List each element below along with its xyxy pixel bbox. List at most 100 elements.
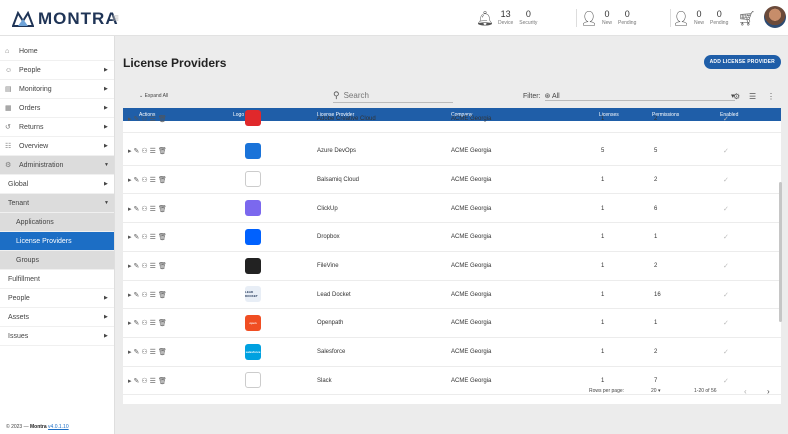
edit-icon[interactable]: ✎	[134, 291, 142, 299]
delete-icon[interactable]: 🗑︎	[158, 233, 169, 241]
assign-user-icon[interactable]: ⚇	[141, 348, 149, 356]
rows-per-page-value: 20	[651, 388, 657, 394]
delete-icon[interactable]: 🗑︎	[158, 348, 169, 356]
table-row[interactable]: ▸ ✎ ⚇ ☰ 🗑︎ ClickUp ACME Georgia 1 6 ✓	[123, 194, 781, 224]
table-row[interactable]: ▸ ✎ ⚇ ☰ 🗑︎ salesforce Salesforce ACME Ge…	[123, 338, 781, 367]
list-icon[interactable]: ☰	[150, 348, 158, 356]
device-count: 13	[500, 9, 511, 19]
assign-user-icon[interactable]: ⚇	[141, 176, 149, 184]
expand-all-button[interactable]: ⌄ Expand All	[139, 93, 168, 99]
pending-stat: 0 Pending	[618, 10, 636, 26]
people-requests-group[interactable]: 👤︎ 0 New 0 Pending	[580, 5, 636, 31]
edit-icon[interactable]: ✎	[134, 319, 142, 327]
licenses-count: 1	[601, 320, 605, 327]
table-row[interactable]: ▸ ✎ ⚇ ☰ 🗑︎ Dropbox ACME Georgia 1 1 ✓	[123, 223, 781, 252]
search-input[interactable]	[343, 91, 444, 100]
company-name: ACME Georgia	[451, 234, 492, 241]
scrollbar[interactable]	[779, 182, 782, 322]
device-security-group[interactable]: 🔔︎ 13 Device 0 Security	[476, 5, 537, 31]
assign-user-icon[interactable]: ⚇	[141, 115, 149, 123]
permissions-count: 2	[654, 115, 658, 122]
sidebar-item-assets[interactable]: Assets ▶	[0, 308, 114, 327]
assign-user-icon[interactable]: ⚇	[141, 233, 149, 241]
sidebar-item-global[interactable]: Global ▶	[0, 175, 114, 194]
columns-icon[interactable]: ☰	[749, 92, 756, 101]
more-options-icon[interactable]: ⋮	[767, 92, 775, 101]
licenses-count: 1	[601, 291, 605, 298]
delete-icon[interactable]: 🗑︎	[158, 291, 169, 299]
sidebar-item-people-admin[interactable]: People ▶	[0, 289, 114, 308]
divider	[670, 9, 671, 27]
list-icon[interactable]: ☰	[150, 115, 158, 123]
sidebar-item-home[interactable]: ⌂ Home	[0, 42, 114, 61]
assign-user-icon[interactable]: ⚇	[141, 291, 149, 299]
list-icon[interactable]: ☰	[150, 205, 158, 213]
edit-icon[interactable]: ✎	[134, 348, 142, 356]
list-icon[interactable]: ☰	[150, 319, 158, 327]
filter-value: ⊛ All	[545, 92, 560, 100]
edit-icon[interactable]: ✎	[134, 147, 142, 155]
delete-icon[interactable]: 🗑︎	[158, 262, 169, 270]
new-count: 0	[604, 9, 610, 19]
list-icon[interactable]: ☰	[150, 291, 158, 299]
provider-name: Dropbox	[317, 234, 340, 241]
table-row[interactable]: ▸ ✎ ⚇ ☰ 🗑︎ FileVine ACME Georgia 1 2 ✓	[123, 252, 781, 281]
table-row[interactable]: ▸ ✎ ⚇ ☰ 🗑︎ Adobe Creative Cloud ACME Geo…	[123, 108, 781, 133]
filter-dropdown[interactable]: ⊛ All ▾	[544, 92, 735, 101]
version-link[interactable]: v4.0.1.10	[48, 424, 69, 430]
delete-icon[interactable]: 🗑︎	[158, 319, 169, 327]
licenses-count: 1	[601, 115, 605, 122]
table-row[interactable]: ▸ ✎ ⚇ ☰ 🗑︎ Azure DevOps ACME Georgia 5 5…	[123, 137, 781, 166]
sidebar-item-applications[interactable]: Applications	[0, 213, 114, 232]
next-page-icon[interactable]: ›	[767, 387, 770, 396]
delete-icon[interactable]: 🗑︎	[158, 205, 169, 213]
avatar[interactable]	[764, 6, 786, 28]
filter-label: Filter:	[523, 92, 541, 100]
sidebar-item-overview[interactable]: ☷ Overview ▶	[0, 137, 114, 156]
assign-user-icon[interactable]: ⚇	[141, 262, 149, 270]
list-icon[interactable]: ☰	[150, 262, 158, 270]
delete-icon[interactable]: 🗑︎	[158, 115, 169, 123]
edit-icon[interactable]: ✎	[134, 233, 142, 241]
provider-name: FileVine	[317, 263, 339, 269]
provider-logo	[245, 257, 261, 274]
edit-icon[interactable]: ✎	[134, 262, 142, 270]
sidebar-item-issues[interactable]: Issues ▶	[0, 327, 114, 346]
sidebar-item-groups[interactable]: Groups	[0, 251, 114, 270]
assign-user-icon[interactable]: ⚇	[141, 319, 149, 327]
search-box[interactable]: ⚲	[333, 90, 453, 103]
app-logo[interactable]: MONTRA	[12, 9, 119, 29]
cart-button[interactable]: 🛒︎	[738, 5, 756, 31]
pagination: Rows per page: 20 ▾ 1-20 of 56 ‹ ›	[123, 380, 781, 402]
delete-icon[interactable]: 🗑︎	[158, 176, 169, 184]
add-license-provider-button[interactable]: ADD LICENSE PROVIDER	[703, 55, 781, 69]
list-icon[interactable]: ☰	[150, 233, 158, 241]
assign-user-icon[interactable]: ⚇	[141, 147, 149, 155]
sidebar-item-tenant[interactable]: Tenant ▼	[0, 194, 114, 213]
edit-icon[interactable]: ✎	[134, 176, 142, 184]
orders-requests-group[interactable]: 👤︎ 0 New 0 Pending	[672, 5, 728, 31]
table-row[interactable]: ▸ ✎ ⚇ ☰ 🗑︎ LEAD DOCKET Lead Docket ACME …	[123, 280, 781, 310]
menu-toggle-icon[interactable]: ≡	[112, 11, 128, 25]
sidebar-item-returns[interactable]: ↺ Returns ▶	[0, 118, 114, 137]
rows-per-page-select[interactable]: 20 ▾	[651, 388, 660, 394]
list-icon[interactable]: ☰	[150, 147, 158, 155]
edit-icon[interactable]: ✎	[134, 115, 142, 123]
table-row[interactable]: ▸ ✎ ⚇ ☰ 🗑︎ open Openpath ACME Georgia 1 …	[123, 309, 781, 338]
enabled-check-icon: ✓	[723, 205, 729, 213]
prev-page-icon[interactable]: ‹	[744, 387, 747, 396]
table-row[interactable]: ▸ ✎ ⚇ ☰ 🗑︎ Balsamiq Cloud ACME Georgia 1…	[123, 165, 781, 195]
sidebar-item-license-providers[interactable]: License Providers	[0, 232, 114, 251]
delete-icon[interactable]: 🗑︎	[158, 147, 169, 155]
sidebar-item-people[interactable]: ☺ People ▶	[0, 61, 114, 80]
edit-icon[interactable]: ✎	[134, 205, 142, 213]
assign-user-icon[interactable]: ⚇	[141, 205, 149, 213]
montra-logo-icon	[12, 11, 34, 27]
sidebar-item-fulfillment[interactable]: Fulfillment	[0, 270, 114, 289]
filter-select[interactable]: Filter: ⊛ All ▾	[523, 92, 735, 101]
sidebar-item-orders[interactable]: ▦ Orders ▶	[0, 99, 114, 118]
settings-icon[interactable]: ⚙	[733, 92, 740, 101]
list-icon[interactable]: ☰	[150, 176, 158, 184]
sidebar-item-administration[interactable]: ⚙ Administration ▼	[0, 156, 114, 175]
sidebar-item-monitoring[interactable]: ▤ Monitoring ▶	[0, 80, 114, 99]
